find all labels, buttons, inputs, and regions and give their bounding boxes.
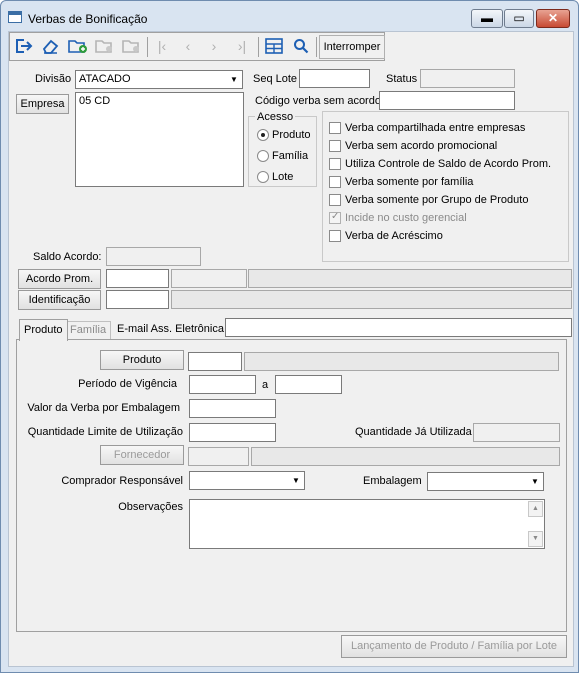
checkbox-grupo-produto[interactable]	[329, 194, 341, 206]
toolbar: |‹ ‹ › ›| Interromper	[9, 32, 385, 61]
window-title: Verbas de Bonificação	[28, 12, 148, 26]
empresa-list-item[interactable]: 05 CD	[79, 95, 240, 107]
codigo-label: Código verba sem acordo	[255, 95, 381, 107]
checkbox-custo-gerencial-label: Incide no custo gerencial	[345, 212, 467, 224]
radio-familia-label: Família	[272, 150, 309, 162]
comprador-label: Comprador Responsável	[61, 475, 183, 487]
periodo-fim-input[interactable]	[275, 375, 342, 394]
seq-lote-label: Seq Lote	[253, 73, 298, 85]
radio-familia[interactable]	[257, 150, 269, 162]
checkbox-custo-gerencial	[329, 211, 341, 224]
tab-produto[interactable]: Produto	[19, 319, 68, 341]
previous-record-icon: ‹	[185, 38, 191, 54]
acordo-prom-input[interactable]	[106, 269, 169, 288]
acordo-prom-extra	[248, 269, 572, 288]
acesso-group: Acesso Produto Família Lote	[248, 111, 317, 187]
checkbox-compartilhada-label: Verba compartilhada entre empresas	[345, 122, 526, 134]
email-field[interactable]	[225, 318, 572, 337]
checkbox-compartilhada[interactable]	[329, 122, 341, 134]
qtd-utilizada-field	[473, 423, 560, 442]
produto-code-input[interactable]	[188, 352, 242, 371]
radio-lote[interactable]	[257, 171, 269, 183]
checkbox-sem-acordo-label: Verba sem acordo promocional	[345, 140, 498, 152]
empresa-button[interactable]: Empresa	[16, 94, 69, 114]
acesso-title: Acesso	[255, 111, 296, 123]
close-button[interactable]: ✕	[536, 9, 570, 28]
checkbox-grupo-produto-label: Verba somente por Grupo de Produto	[345, 194, 529, 206]
chevron-down-icon: ▼	[288, 472, 304, 489]
periodo-label: Período de Vigência	[78, 378, 177, 390]
qtd-utilizada-label: Quantidade Já Utilizada	[355, 426, 472, 438]
status-label: Status	[386, 73, 418, 85]
checkbox-sem-acordo[interactable]	[329, 140, 341, 152]
next-record-icon: ›	[211, 38, 217, 54]
identificacao-button[interactable]: Identificação	[18, 290, 101, 310]
valor-label: Valor da Verba por Embalagem	[27, 402, 180, 414]
radio-produto[interactable]	[257, 129, 269, 141]
qtd-limite-label: Quantidade Limite de Utilização	[27, 426, 183, 438]
identificacao-desc	[171, 290, 572, 309]
radio-lote-label: Lote	[272, 171, 294, 183]
new-folder-icon[interactable]	[66, 35, 90, 59]
search-icon[interactable]	[289, 35, 313, 59]
scroll-down-icon[interactable]: ▼	[528, 531, 543, 547]
checkbox-acrescimo[interactable]	[329, 230, 341, 242]
divisao-value: ATACADO	[79, 73, 131, 85]
saldo-acordo-label: Saldo Acordo:	[33, 251, 102, 263]
checkbox-controle-saldo-label: Utiliza Controle de Saldo de Acordo Prom…	[345, 158, 552, 170]
last-record-icon: ›|	[237, 38, 247, 54]
saldo-acordo-field	[106, 247, 201, 266]
chevron-down-icon: ▼	[226, 71, 242, 88]
delete-folder-icon	[120, 35, 144, 59]
lancamento-lote-button: Lançamento de Produto / Família por Lote	[341, 635, 567, 658]
observacoes-textarea[interactable]: ▲ ▼	[189, 499, 545, 549]
produto-desc-field	[244, 352, 559, 371]
radio-produto-label: Produto	[272, 129, 311, 141]
divisao-label: Divisão	[35, 73, 72, 85]
title-bar: Verbas de Bonificação ▬ ▭ ✕	[1, 1, 578, 31]
acordo-prom-button[interactable]: Acordo Prom.	[18, 269, 101, 289]
maximize-button[interactable]: ▭	[504, 9, 534, 28]
options-group: Verba compartilhada entre empresas Verba…	[322, 111, 569, 262]
periodo-inicio-input[interactable]	[189, 375, 256, 394]
comprador-select[interactable]: ▼	[189, 471, 305, 490]
chevron-down-icon: ▼	[527, 473, 543, 490]
main-window: Verbas de Bonificação ▬ ▭ ✕ |‹ ‹ › ›| In…	[0, 0, 579, 673]
fornecedor-button: Fornecedor	[100, 445, 184, 465]
acordo-prom-desc	[171, 269, 247, 288]
tab-familia: Família	[65, 321, 112, 340]
codigo-verba-input[interactable]	[379, 91, 515, 110]
grid-icon[interactable]	[262, 35, 286, 59]
scroll-up-icon[interactable]: ▲	[528, 501, 543, 517]
observacoes-label: Observações	[118, 501, 183, 513]
status-field	[420, 69, 515, 88]
embalagem-select[interactable]: ▼	[427, 472, 544, 491]
divisao-select[interactable]: ATACADO ▼	[75, 70, 243, 89]
identificacao-input[interactable]	[106, 290, 169, 309]
checkbox-acrescimo-label: Verba de Acréscimo	[345, 230, 443, 242]
client-area: |‹ ‹ › ›| Interromper Divisão ATACADO ▼ …	[8, 31, 574, 667]
minimize-button[interactable]: ▬	[471, 9, 503, 28]
app-icon	[8, 11, 22, 23]
produto-button[interactable]: Produto	[100, 350, 184, 370]
exit-icon[interactable]	[12, 35, 36, 59]
first-record-icon: |‹	[157, 38, 167, 54]
eraser-icon[interactable]	[38, 35, 62, 59]
periodo-sep-label: a	[262, 379, 269, 391]
embalagem-label: Embalagem	[363, 475, 422, 487]
valor-input[interactable]	[189, 399, 276, 418]
checkbox-controle-saldo[interactable]	[329, 158, 341, 170]
fornecedor-code-field	[188, 447, 249, 466]
checkbox-somente-familia-label: Verba somente por família	[345, 176, 474, 188]
qtd-limite-input[interactable]	[189, 423, 276, 442]
checkbox-somente-familia[interactable]	[329, 176, 341, 188]
edit-folder-icon	[93, 35, 117, 59]
interromper-button[interactable]: Interromper	[319, 35, 385, 59]
empresa-list[interactable]: 05 CD	[75, 92, 244, 187]
fornecedor-desc-field	[251, 447, 560, 466]
seq-lote-input[interactable]	[299, 69, 370, 88]
